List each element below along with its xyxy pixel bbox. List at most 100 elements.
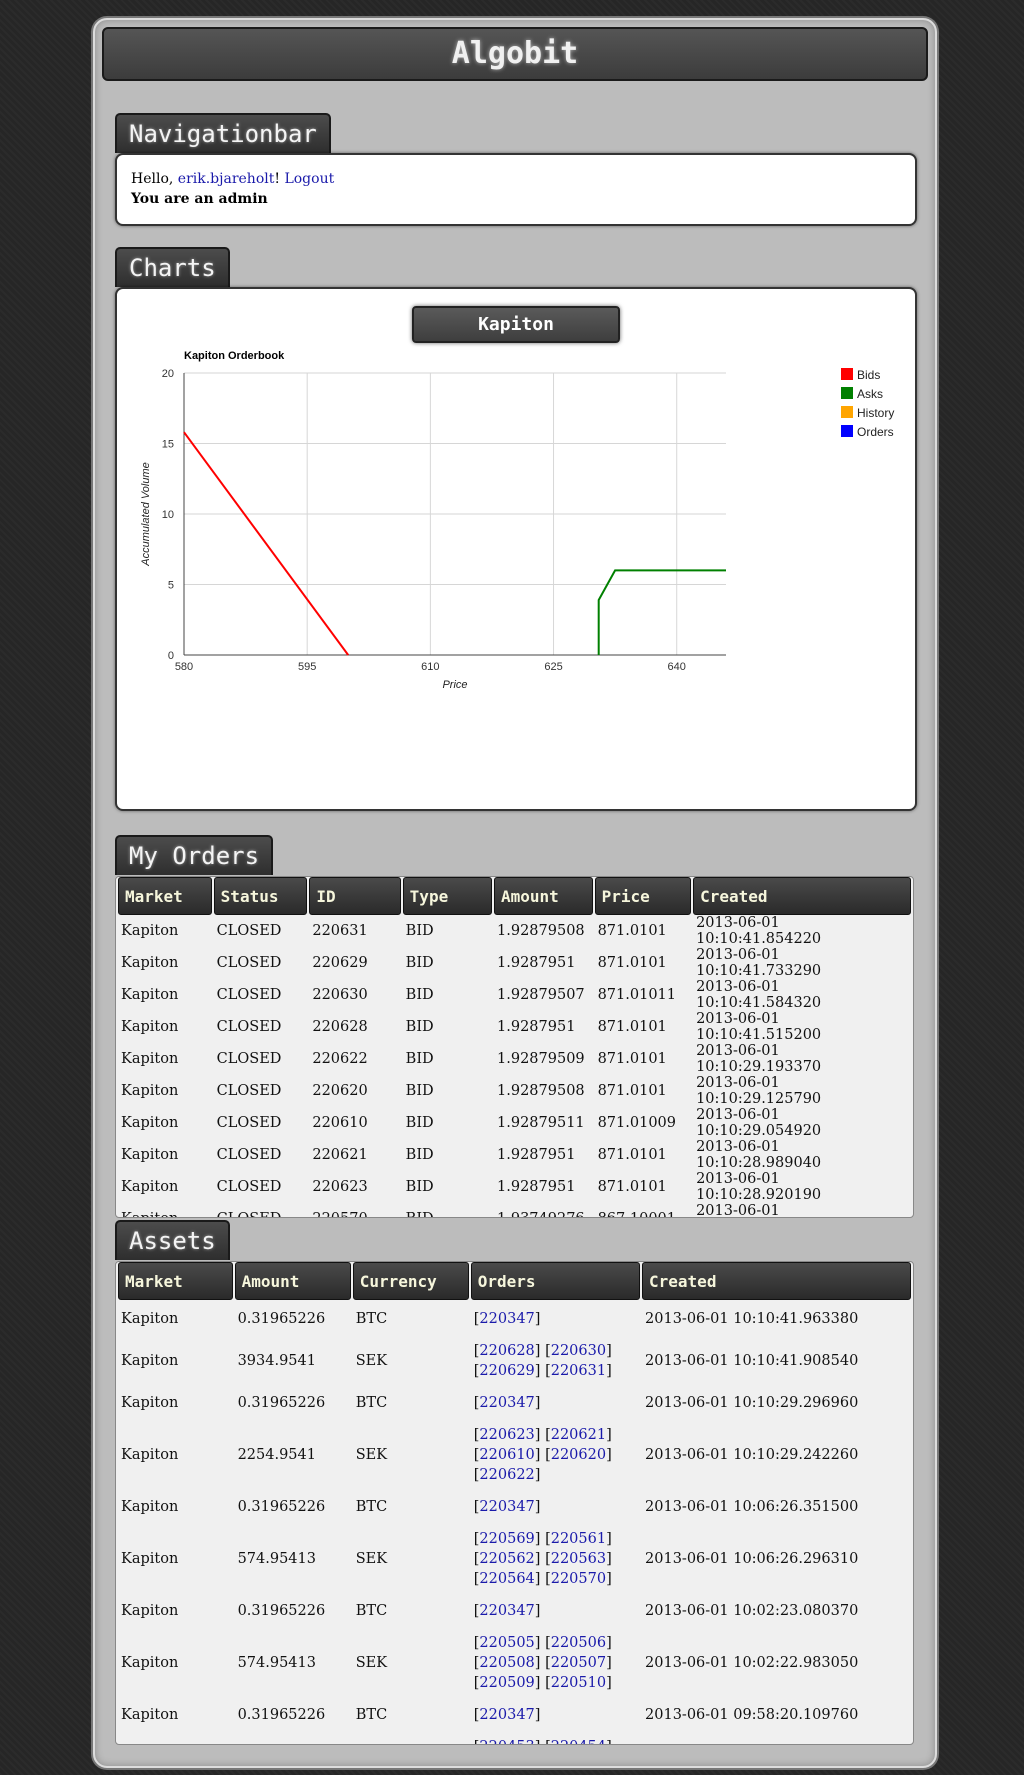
table-row: Kapiton CLOSED 220620 BID 1.92879508 871.0101…	[118, 1075, 911, 1107]
table-row: Kapiton CLOSED 220610 BID 1.92879511 871.0100…	[118, 1107, 911, 1139]
orders-cell-price: 871.0101	[597, 955, 667, 971]
assets-cell-created: 2013-06-01 10:06:26.351500	[645, 1499, 859, 1515]
order-link[interactable]: 220628	[479, 1343, 534, 1359]
order-links-line: [220347]	[473, 1499, 541, 1515]
logout-link[interactable]: Logout	[284, 171, 334, 187]
table-row: Kapiton3934.9541SEK[220453] [220454][220…	[118, 1734, 911, 1744]
order-links-line: [220347]	[473, 1707, 541, 1723]
order-link[interactable]: 220347	[479, 1603, 534, 1619]
assets-col-currency: Currency	[352, 1262, 469, 1300]
user-profile-link[interactable]: erik.bjareholt	[178, 171, 275, 187]
legend-label-asks: Asks	[857, 387, 883, 401]
order-link[interactable]: 220507	[551, 1655, 606, 1671]
market-button[interactable]: Kapiton	[412, 306, 620, 343]
order-link[interactable]: 220629	[479, 1363, 534, 1379]
orders-cell-price: 871.0101	[597, 1051, 667, 1067]
order-link[interactable]: 220510	[551, 1675, 606, 1691]
orders-cell-status: CLOSED	[216, 923, 282, 939]
table-row: Kapiton 0.31965226 BTC [220347] 2013-06-01 1…	[118, 1300, 911, 1338]
table-row: Kapiton 574.95413 SEK [220505] [220506] [220…	[118, 1630, 911, 1696]
orders-cell-amount: 1.93749276	[494, 1203, 593, 1217]
order-link[interactable]: 220623	[479, 1427, 534, 1443]
orders-cell-status: CLOSED	[216, 1179, 282, 1195]
order-link[interactable]: 220347	[479, 1395, 534, 1411]
order-link[interactable]: 220347	[479, 1311, 534, 1327]
order-link[interactable]: 220347	[479, 1499, 534, 1515]
assets-cell-market: Kapiton	[121, 1603, 179, 1619]
order-link[interactable]: 220620	[551, 1447, 606, 1463]
assets-cell-amount: 3934.9541	[237, 1353, 316, 1369]
order-link[interactable]: 220570	[551, 1571, 606, 1587]
orders-table-wrapper: Market Status ID Type Amount Price Created Kap…	[115, 876, 914, 1218]
order-link[interactable]: 220610	[479, 1447, 534, 1463]
order-link[interactable]: 220454	[551, 1739, 606, 1744]
orders-col-type: Type	[402, 877, 493, 915]
page-frame: Algobit Navigationbar Hello, erik.bjareh…	[93, 18, 937, 1768]
orders-cell-market: Kapiton	[121, 987, 179, 1003]
orders-cell-id: 220629	[312, 955, 368, 971]
assets-cell-amount: 0.31965226	[237, 1395, 326, 1411]
table-row: KapitonCLOSED220570BID1.93749276867.1000…	[118, 1203, 911, 1217]
orders-cell-created: 2013-06-01 10:10:29.193370	[696, 1043, 822, 1075]
y-tick-label: 20	[162, 368, 174, 380]
assets-cell-created: 2013-06-01 10:06:26.296310	[645, 1551, 859, 1567]
orders-cell-market: Kapiton	[121, 1019, 179, 1035]
orders-cell-amount: 1.92879507	[497, 987, 585, 1003]
order-links-line: [220509] [220510]	[473, 1675, 612, 1691]
order-link[interactable]: 220561	[551, 1531, 606, 1547]
order-link[interactable]: 220508	[479, 1655, 534, 1671]
assets-cell-amount: 3934.9541	[235, 1734, 351, 1744]
assets-cell-orders: [220569] [220561] [220562] [220563] [22056…	[471, 1526, 640, 1592]
order-link[interactable]: 220505	[479, 1635, 534, 1651]
order-links-line: [220453] [220454]	[474, 1737, 637, 1744]
order-link[interactable]: 220562	[479, 1551, 534, 1567]
assets-cell-amount: 2254.9541	[237, 1447, 316, 1463]
table-row: Kapiton CLOSED 220630 BID 1.92879507 871.0101…	[118, 979, 911, 1011]
order-link[interactable]: 220563	[551, 1551, 606, 1567]
order-link[interactable]: 220621	[551, 1427, 606, 1443]
legend-swatch-history	[841, 406, 853, 418]
table-row: Kapiton CLOSED 220629 BID 1.9287951 871.0101 2…	[118, 947, 911, 979]
table-row: Kapiton CLOSED 220622 BID 1.92879509 871.0101…	[118, 1043, 911, 1075]
assets-cell-currency: BTC	[355, 1603, 388, 1619]
orders-cell-price: 867.10001	[595, 1203, 692, 1217]
order-link[interactable]: 220569	[479, 1531, 534, 1547]
greeting: Hello, erik.bjareholt! Logout	[131, 171, 334, 187]
order-links-line: [220622]	[473, 1467, 541, 1483]
order-links-line: [220628] [220630]	[473, 1343, 612, 1359]
orders-col-status: Status	[213, 877, 308, 915]
order-link[interactable]: 220564	[479, 1571, 534, 1587]
legend-label-history: History	[857, 406, 894, 420]
orders-cell-market: Kapiton	[121, 923, 179, 939]
orders-cell-type: BID	[405, 1179, 434, 1195]
order-link[interactable]: 220630	[551, 1343, 606, 1359]
app-title: Algobit	[102, 27, 928, 81]
orders-cell-price: 871.01009	[597, 1115, 676, 1131]
order-link[interactable]: 220453	[479, 1739, 534, 1744]
orders-cell-amount: 1.92879508	[497, 1083, 585, 1099]
assets-cell-orders: [220628] [220630] [220629] [220631]	[471, 1338, 640, 1384]
orders-cell-id: 220620	[312, 1083, 368, 1099]
order-link[interactable]: 220347	[479, 1707, 534, 1723]
table-row: Kapiton CLOSED 220623 BID 1.9287951 871.0101 2…	[118, 1171, 911, 1203]
orders-cell-type: BID	[405, 1147, 434, 1163]
order-link[interactable]: 220622	[479, 1467, 534, 1483]
assets-cell-orders: [220347]	[471, 1488, 640, 1526]
assets-cell-market: Kapiton	[121, 1707, 179, 1723]
assets-cell-amount: 574.95413	[237, 1655, 316, 1671]
orders-cell-amount: 1.9287951	[497, 1019, 576, 1035]
order-link[interactable]: 220509	[479, 1675, 534, 1691]
x-tick-label: 610	[421, 661, 439, 673]
order-links-line: [220610] [220620]	[473, 1447, 612, 1463]
order-link[interactable]: 220506	[551, 1635, 606, 1651]
orders-cell-type: BID	[405, 1051, 434, 1067]
order-link[interactable]: 220631	[551, 1363, 606, 1379]
orders-cell-created: 2013-06-01 10:10:41.584320	[696, 979, 822, 1011]
table-row: Kapiton 0.31965226 BTC [220347] 2013-06-01 1…	[118, 1384, 911, 1422]
orders-cell-created: 2013-06-01 10:10:28.920190	[696, 1171, 822, 1203]
table-row: Kapiton CLOSED 220628 BID 1.9287951 871.0101 2…	[118, 1011, 911, 1043]
orders-cell-created: 2013-06-01 10:10:29.054920	[696, 1107, 822, 1139]
assets-cell-currency: BTC	[355, 1311, 388, 1327]
orders-cell-price: 871.0101	[597, 1083, 667, 1099]
orders-cell-amount: 1.9287951	[497, 1179, 576, 1195]
